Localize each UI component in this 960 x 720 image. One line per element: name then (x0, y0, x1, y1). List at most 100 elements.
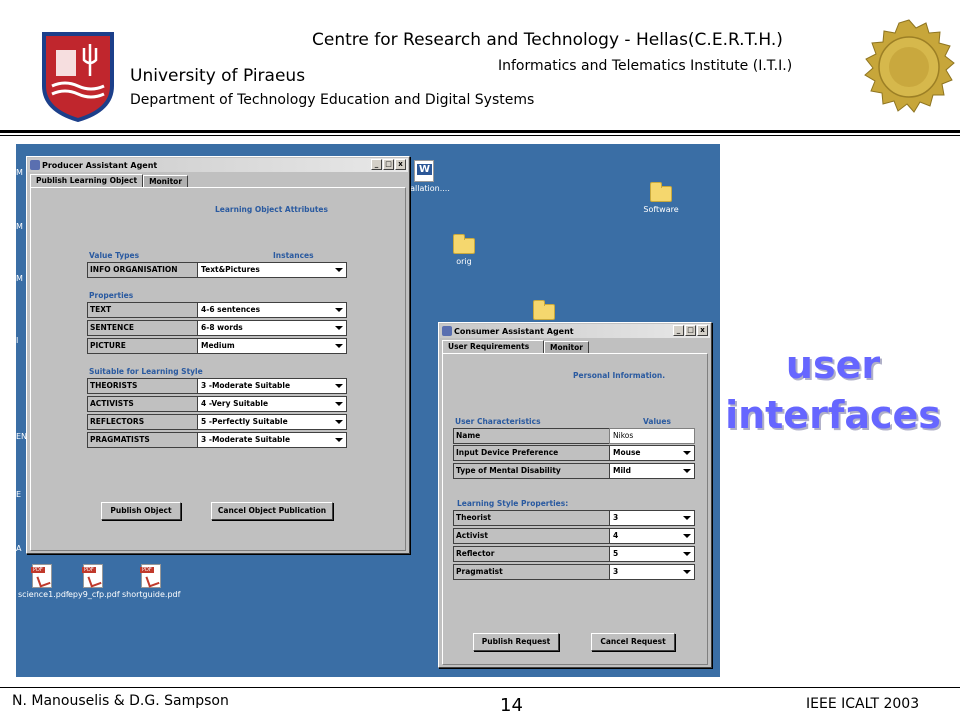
name-input[interactable]: Nikos (609, 428, 695, 444)
desktop-icon-folder[interactable] (526, 300, 562, 323)
select-value: Text&Pictures (201, 265, 260, 274)
select-value: 3 (613, 513, 619, 522)
select-value: 4-6 sentences (201, 305, 261, 314)
university-crest-icon (38, 30, 118, 123)
page-number: 14 (500, 695, 523, 716)
attribute-name: ACTIVISTS (87, 396, 197, 412)
attribute-select[interactable]: Mild (609, 463, 695, 479)
select-value: 4 -Very Suitable (201, 399, 269, 408)
attribute-row: Name Nikos (453, 428, 695, 444)
select-value: Medium (201, 341, 235, 350)
attribute-select[interactable]: 5 -Perfectly Suitable (197, 414, 347, 430)
desktop-icon-label: orig (456, 257, 472, 266)
word-document-icon[interactable] (414, 160, 434, 182)
desktop-stub-label: EN (16, 432, 28, 441)
folder-icon (453, 234, 475, 254)
attribute-name: Theorist (453, 510, 609, 526)
minimize-button[interactable]: _ (371, 159, 382, 170)
chevron-down-icon (683, 469, 691, 473)
maximize-button[interactable]: □ (383, 159, 394, 170)
tab-user-requirements[interactable]: User Requirements (442, 340, 544, 353)
publish-object-button[interactable]: Publish Object (101, 502, 181, 520)
desktop-stub-label: A (16, 544, 22, 553)
chevron-down-icon (683, 516, 691, 520)
tab-publish-learning-object[interactable]: Publish Learning Object (30, 174, 144, 187)
chevron-down-icon (683, 570, 691, 574)
desktop-icon-label: allation.... (410, 184, 450, 193)
chevron-down-icon (335, 384, 343, 388)
select-value: Mouse (613, 448, 641, 457)
attribute-select[interactable]: Text&Pictures (197, 262, 347, 278)
attribute-select[interactable]: 3 (609, 510, 695, 526)
attribute-select[interactable]: 6-8 words (197, 320, 347, 336)
attribute-row: TEXT 4-6 sentences (87, 302, 347, 318)
tab-monitor[interactable]: Monitor (143, 175, 189, 187)
attribute-name: Type of Mental Disability (453, 463, 609, 479)
institute-name: Informatics and Telematics Institute (I.… (498, 58, 793, 74)
desktop-stub-label: M (16, 274, 23, 283)
java-coffee-icon (30, 160, 40, 170)
attribute-select[interactable]: 3 (609, 564, 695, 580)
desktop-icon-orig[interactable]: orig (440, 234, 488, 266)
attribute-row: Pragmatist 3 (453, 564, 695, 580)
pdf-icon (31, 564, 52, 588)
column-header: Value Types (89, 251, 140, 260)
attribute-row: THEORISTS 3 -Moderate Suitable (87, 378, 347, 394)
footer-conference: IEEE ICALT 2003 (806, 696, 920, 712)
attribute-name: Activist (453, 528, 609, 544)
desktop-stub-label: I (16, 336, 19, 345)
big-label-line: interfaces (725, 393, 941, 437)
attribute-row: Activist 4 (453, 528, 695, 544)
desktop-icon-pdf[interactable]: epy9_cfp.pdf (68, 564, 120, 599)
cancel-request-button[interactable]: Cancel Request (591, 633, 675, 651)
close-button[interactable]: x (395, 159, 406, 170)
cancel-publication-button[interactable]: Cancel Object Publication (211, 502, 333, 520)
attribute-name: TEXT (87, 302, 197, 318)
column-header: Instances (273, 251, 314, 260)
select-value: 3 -Moderate Suitable (201, 381, 291, 390)
close-button[interactable]: x (697, 325, 708, 336)
tab-monitor[interactable]: Monitor (544, 341, 589, 353)
attribute-select[interactable]: Medium (197, 338, 347, 354)
attribute-select[interactable]: 3 -Moderate Suitable (197, 432, 347, 448)
producer-titlebar[interactable]: Producer Assistant Agent _ □ x (28, 158, 408, 172)
consumer-agent-window[interactable]: Consumer Assistant Agent _ □ x User Requ… (438, 322, 712, 668)
attribute-name: THEORISTS (87, 378, 197, 394)
consumer-titlebar[interactable]: Consumer Assistant Agent _ □ x (440, 324, 710, 338)
group-label: Properties (89, 291, 134, 300)
attribute-select[interactable]: 4 (609, 528, 695, 544)
attribute-select[interactable]: 3 -Moderate Suitable (197, 378, 347, 394)
minimize-button[interactable]: _ (673, 325, 684, 336)
desktop-icon-pdf[interactable]: shortguide.pdf (122, 564, 180, 599)
attribute-row: PICTURE Medium (87, 338, 347, 354)
attribute-row: Reflector 5 (453, 546, 695, 562)
folder-icon (533, 300, 555, 320)
desktop-icon-software[interactable]: Software (636, 182, 686, 214)
attribute-name: PICTURE (87, 338, 197, 354)
attribute-select[interactable]: 4 -Very Suitable (197, 396, 347, 412)
attribute-row: Theorist 3 (453, 510, 695, 526)
attribute-select[interactable]: Mouse (609, 445, 695, 461)
gold-seal-icon (862, 18, 956, 116)
publish-request-button[interactable]: Publish Request (473, 633, 559, 651)
attribute-row: SENTENCE 6-8 words (87, 320, 347, 336)
chevron-down-icon (335, 268, 343, 272)
window-title: Consumer Assistant Agent (454, 326, 574, 336)
chevron-down-icon (683, 451, 691, 455)
pdf-icon (140, 564, 161, 588)
maximize-button[interactable]: □ (685, 325, 696, 336)
select-value: 5 (613, 549, 619, 558)
attribute-select[interactable]: 5 (609, 546, 695, 562)
attribute-name: Pragmatist (453, 564, 609, 580)
header-rule (0, 130, 960, 133)
section-title: Learning Object Attributes (215, 205, 328, 214)
desktop-stub-label: M (16, 168, 23, 177)
desktop-icon-pdf[interactable]: science1.pdf (18, 564, 69, 599)
window-title: Producer Assistant Agent (42, 160, 158, 170)
attribute-select[interactable]: 4-6 sentences (197, 302, 347, 318)
attribute-name: Input Device Preference (453, 445, 609, 461)
section-title: Personal Information. (573, 371, 666, 380)
desktop-stub-label: M (16, 222, 23, 231)
chevron-down-icon (683, 534, 691, 538)
producer-agent-window[interactable]: Producer Assistant Agent _ □ x Publish L… (26, 156, 410, 554)
